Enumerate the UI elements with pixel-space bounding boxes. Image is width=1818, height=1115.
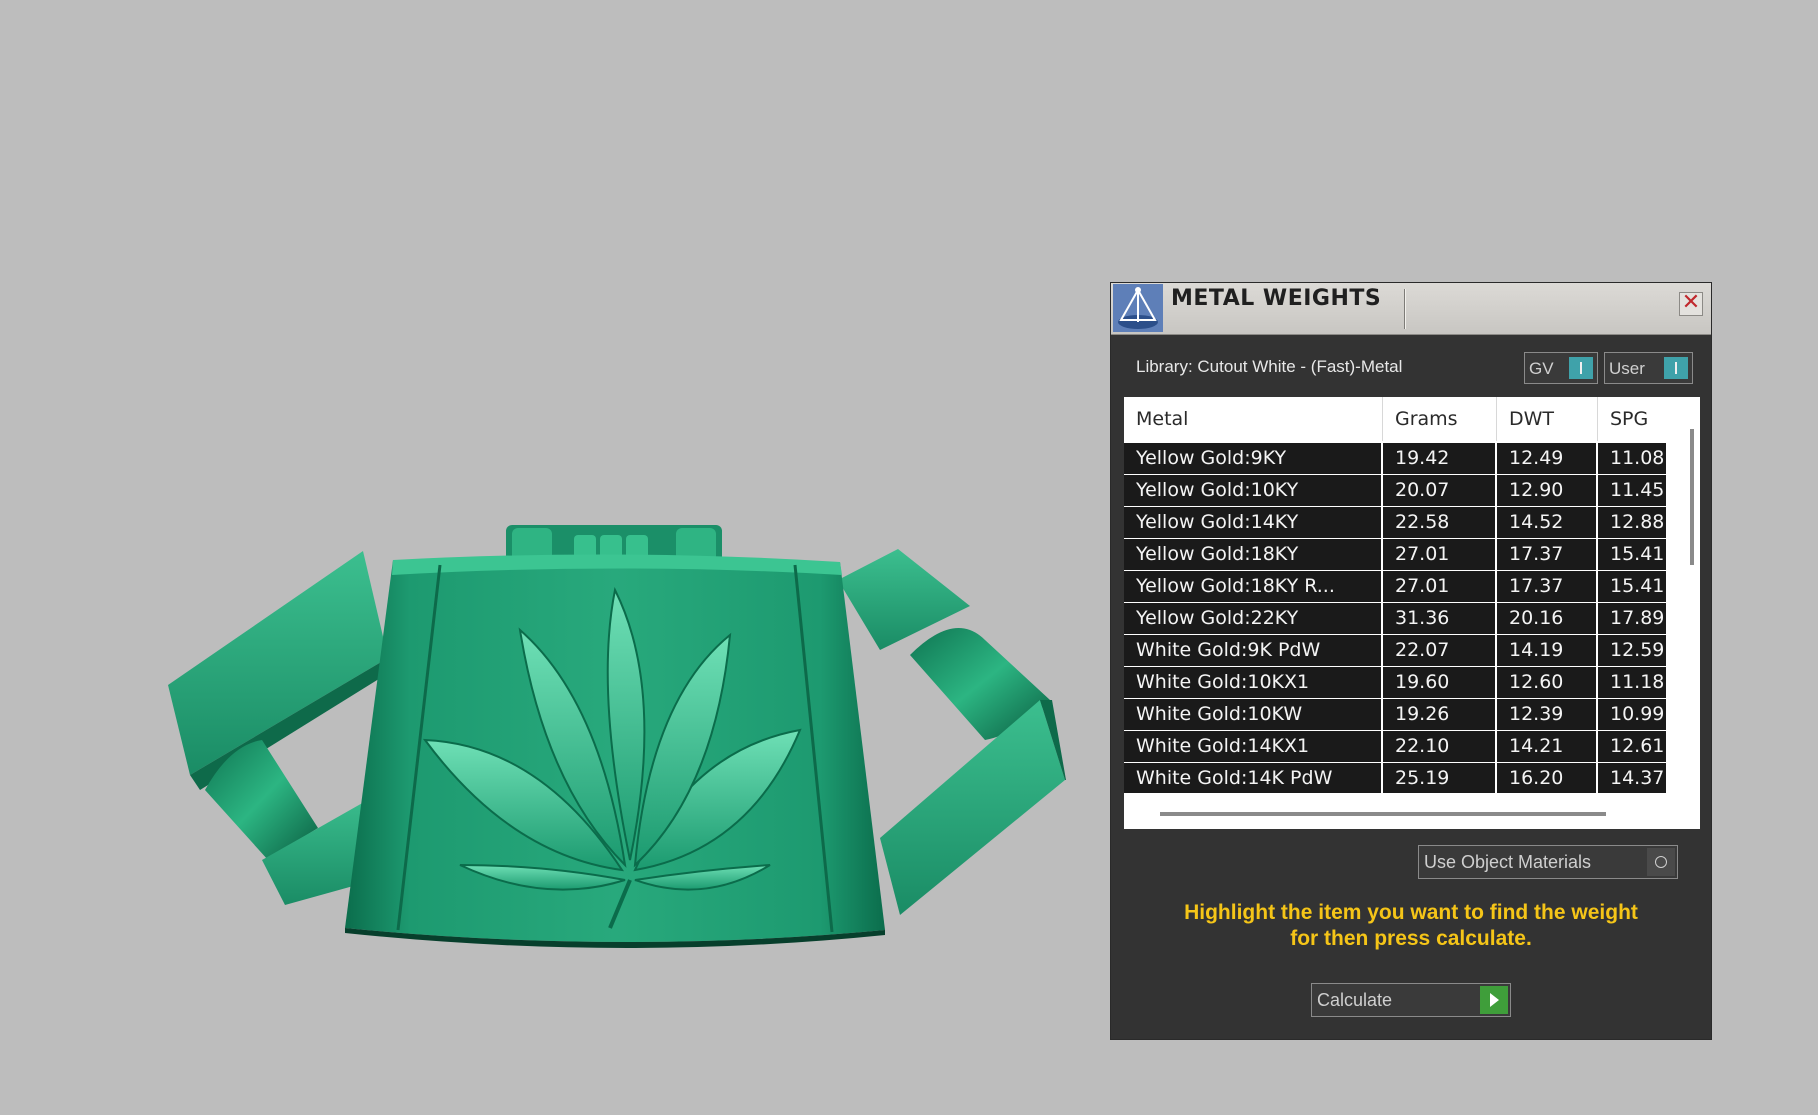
dwt-cell: 20.16: [1497, 603, 1598, 634]
dwt-cell: 14.52: [1497, 507, 1598, 538]
use-object-materials-label: Use Object Materials: [1424, 852, 1592, 872]
grams-cell: 20.07: [1383, 475, 1497, 506]
column-header-dwt[interactable]: DWT: [1497, 397, 1598, 441]
table-header: Metal Grams DWT SPG: [1124, 397, 1666, 441]
metal-cell: Yellow Gold:10KY: [1124, 475, 1383, 506]
spg-cell: 12.61: [1610, 735, 1665, 757]
metal-weights-table: Metal Grams DWT SPG Yellow Gold:9KY 19.4…: [1124, 397, 1700, 829]
spg-cell: 15.41: [1610, 543, 1665, 565]
column-header-spg[interactable]: SPG: [1598, 397, 1678, 441]
grams-cell: 27.01: [1383, 571, 1497, 602]
grams-cell: 19.60: [1383, 667, 1497, 698]
metal-cell: White Gold:14KX1: [1124, 731, 1383, 762]
table-row[interactable]: White Gold:10KW 19.26 12.39 10.99: [1124, 699, 1666, 731]
calculate-label: Calculate: [1317, 990, 1393, 1010]
dwt-cell: 12.39: [1497, 699, 1598, 730]
close-button[interactable]: ✕: [1679, 290, 1703, 316]
use-object-materials-toggle[interactable]: Use Object Materials: [1418, 845, 1678, 879]
table-row[interactable]: White Gold:14K PdW 25.19 16.20 14.37: [1124, 763, 1666, 793]
metal-cell: Yellow Gold:18KY: [1124, 539, 1383, 570]
metal-cell: Yellow Gold:18KY R...: [1124, 571, 1383, 602]
dwt-cell: 14.21: [1497, 731, 1598, 762]
toggle-switch-icon: [1664, 357, 1688, 379]
metal-cell: Yellow Gold:9KY: [1124, 443, 1383, 474]
spg-cell: 12.88: [1610, 511, 1665, 533]
table-row[interactable]: Yellow Gold:14KY 22.58 14.52 12.88: [1124, 507, 1666, 539]
grams-cell: 22.10: [1383, 731, 1497, 762]
scale-logo-icon: [1113, 284, 1163, 332]
horizontal-scrollbar[interactable]: [1160, 812, 1606, 816]
dwt-cell: 12.60: [1497, 667, 1598, 698]
dwt-cell: 17.37: [1497, 539, 1598, 570]
instruction-line-2: for then press calculate.: [1290, 927, 1532, 950]
dwt-cell: 16.20: [1497, 763, 1598, 793]
library-label: Library: Cutout White - (Fast)-Metal: [1136, 357, 1403, 376]
metal-weights-panel: METAL WEIGHTS ✕ Library: Cutout White - …: [1111, 283, 1711, 1039]
table-row[interactable]: Yellow Gold:22KY 31.36 20.16 17.89: [1124, 603, 1666, 635]
instruction-text: Highlight the item you want to find the …: [1141, 900, 1681, 952]
metal-cell: Yellow Gold:22KY: [1124, 603, 1383, 634]
grams-cell: 19.42: [1383, 443, 1497, 474]
panel-title: METAL WEIGHTS: [1171, 286, 1382, 311]
table-row[interactable]: White Gold:10KX1 19.60 12.60 11.18: [1124, 667, 1666, 699]
spg-cell: 11.18: [1610, 671, 1665, 693]
grams-cell: 27.01: [1383, 539, 1497, 570]
metal-cell: White Gold:10KW: [1124, 699, 1383, 730]
spg-cell: 10.99: [1610, 703, 1665, 725]
spg-cell: 11.45: [1610, 479, 1665, 501]
user-toggle[interactable]: User: [1604, 352, 1693, 384]
vertical-scrollbar[interactable]: [1690, 429, 1694, 565]
table-row[interactable]: White Gold:14KX1 22.10 14.21 12.61: [1124, 731, 1666, 763]
column-header-grams[interactable]: Grams: [1383, 397, 1497, 441]
instruction-line-1: Highlight the item you want to find the …: [1184, 901, 1638, 924]
grams-cell: 22.58: [1383, 507, 1497, 538]
grams-cell: 22.07: [1383, 635, 1497, 666]
table-row[interactable]: Yellow Gold:10KY 20.07 12.90 11.45: [1124, 475, 1666, 507]
spg-cell: 14.37: [1610, 767, 1665, 789]
spg-cell: 15.41: [1610, 575, 1665, 597]
table-row[interactable]: White Gold:9K PdW 22.07 14.19 12.59: [1124, 635, 1666, 667]
dwt-cell: 12.49: [1497, 443, 1598, 474]
user-toggle-label: User: [1609, 359, 1645, 378]
gv-toggle-label: GV: [1529, 359, 1554, 378]
spg-cell: 12.59: [1610, 639, 1665, 661]
dwt-cell: 14.19: [1497, 635, 1598, 666]
table-row[interactable]: Yellow Gold:18KY R... 27.01 17.37 15.41: [1124, 571, 1666, 603]
spg-cell: 17.89: [1610, 607, 1665, 629]
metal-cell: White Gold:9K PdW: [1124, 635, 1383, 666]
play-icon: [1480, 986, 1508, 1014]
gv-toggle[interactable]: GV: [1524, 352, 1598, 384]
title-separator: [1404, 289, 1406, 329]
spg-cell: 11.08: [1610, 447, 1665, 469]
grams-cell: 31.36: [1383, 603, 1497, 634]
dwt-cell: 17.37: [1497, 571, 1598, 602]
dwt-cell: 12.90: [1497, 475, 1598, 506]
table-body: Yellow Gold:9KY 19.42 12.49 11.08 Yellow…: [1124, 443, 1666, 793]
table-row[interactable]: Yellow Gold:9KY 19.42 12.49 11.08: [1124, 443, 1666, 475]
close-icon: ✕: [1681, 290, 1701, 315]
toggle-switch-icon: [1569, 357, 1593, 379]
grams-cell: 19.26: [1383, 699, 1497, 730]
metal-cell: White Gold:10KX1: [1124, 667, 1383, 698]
metal-cell: Yellow Gold:14KY: [1124, 507, 1383, 538]
calculate-button[interactable]: Calculate: [1311, 983, 1511, 1017]
table-row[interactable]: Yellow Gold:18KY 27.01 17.37 15.41: [1124, 539, 1666, 571]
column-header-metal[interactable]: Metal: [1124, 397, 1383, 441]
grams-cell: 25.19: [1383, 763, 1497, 793]
panel-titlebar[interactable]: METAL WEIGHTS ✕: [1111, 283, 1711, 335]
metal-cell: White Gold:14K PdW: [1124, 763, 1383, 793]
radio-icon: [1647, 848, 1675, 876]
